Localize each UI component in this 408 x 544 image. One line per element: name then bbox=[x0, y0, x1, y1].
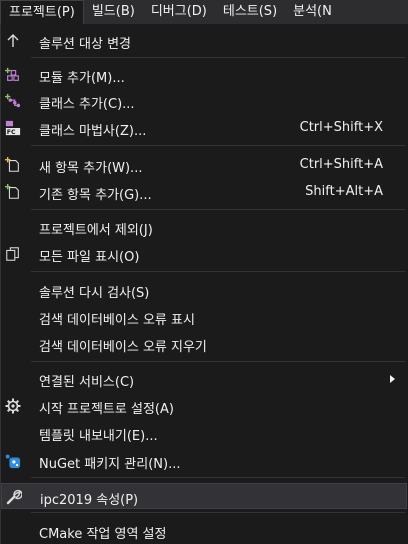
menu-item-show-db-errors[interactable]: 검색 데이터베이스 오류 표시 bbox=[1, 304, 407, 330]
menu-item-class-wizard[interactable]: FC 클래스 마법사(Z)... Ctrl+Shift+X bbox=[1, 115, 407, 141]
menu-item-label: 모든 파일 표시(O) bbox=[39, 250, 140, 265]
svg-text:FC: FC bbox=[7, 129, 16, 136]
menu-item-label: ipc2019 속성(P) bbox=[40, 493, 139, 508]
menu-item-rescan-solution[interactable]: 솔루션 다시 검사(S) bbox=[1, 277, 407, 303]
menu-item-label: 기존 항목 추가(G)... bbox=[39, 188, 152, 203]
menu-item-connected-services[interactable]: 연결된 서비스(C) bbox=[1, 366, 407, 392]
new-item-icon bbox=[5, 157, 21, 173]
menu-item-export-template[interactable]: 템플릿 내보내기(E)... bbox=[1, 420, 407, 446]
menu-item-label: NuGet 패키지 관리(N)... bbox=[39, 457, 181, 472]
menu-bar: 프로젝트(P) 빌드(B) 디버그(D) 테스트(S) 분석(N bbox=[0, 0, 408, 25]
add-class-icon bbox=[5, 93, 21, 109]
gear-icon bbox=[5, 398, 21, 414]
menu-item-label: CMake 작업 영역 설정 bbox=[39, 527, 167, 542]
menu-item-label: 검색 데이터베이스 오류 지우기 bbox=[39, 340, 207, 355]
project-dropdown-menu: 솔루션 대상 변경 모듈 추가(M)... 클래스 추가(C)... FC 클래… bbox=[0, 24, 408, 544]
menu-item-label: 템플릿 내보내기(E)... bbox=[39, 429, 158, 444]
menu-item-label: 프로젝트에서 제외(J) bbox=[39, 223, 153, 238]
menu-item-label: 시작 프로젝트로 설정(A) bbox=[39, 402, 174, 417]
menu-item-label: 클래스 마법사(Z)... bbox=[39, 124, 147, 139]
menu-item-shortcut: Ctrl+Shift+A bbox=[299, 157, 383, 172]
separator bbox=[31, 477, 405, 478]
add-module-icon bbox=[5, 67, 21, 83]
menu-item-add-class[interactable]: 클래스 추가(C)... bbox=[1, 88, 407, 114]
menu-item-shortcut: Shift+Alt+A bbox=[305, 184, 383, 199]
up-arrow-icon bbox=[5, 33, 21, 49]
nuget-icon bbox=[5, 453, 21, 469]
menu-item-new-item[interactable]: 새 항목 추가(W)... Ctrl+Shift+A bbox=[1, 152, 407, 178]
menu-project[interactable]: 프로젝트(P) bbox=[0, 0, 84, 24]
separator bbox=[31, 57, 405, 58]
menu-item-label: 솔루션 다시 검사(S) bbox=[39, 286, 150, 301]
submenu-arrow-icon bbox=[390, 375, 395, 383]
wrench-icon bbox=[6, 489, 22, 505]
menu-test[interactable]: 테스트(S) bbox=[215, 0, 285, 24]
menu-item-label: 검색 데이터베이스 오류 표시 bbox=[39, 313, 195, 328]
menu-item-exclude-from-project[interactable]: 프로젝트에서 제외(J) bbox=[1, 214, 407, 240]
menu-item-set-startup-project[interactable]: 시작 프로젝트로 설정(A) bbox=[1, 393, 407, 419]
menu-item-retarget-solution[interactable]: 솔루션 대상 변경 bbox=[1, 28, 407, 54]
menu-item-manage-nuget[interactable]: NuGet 패키지 관리(N)... bbox=[1, 448, 407, 474]
menu-item-label: 연결된 서비스(C) bbox=[39, 375, 135, 390]
menu-item-project-properties[interactable]: ipc2019 속성(P) bbox=[1, 483, 407, 509]
menu-item-clear-db-errors[interactable]: 검색 데이터베이스 오류 지우기 bbox=[1, 331, 407, 357]
separator bbox=[31, 145, 405, 146]
menu-item-show-all-files[interactable]: 모든 파일 표시(O) bbox=[1, 241, 407, 267]
menu-item-add-module[interactable]: 모듈 추가(M)... bbox=[1, 62, 407, 88]
menu-item-label: 새 항목 추가(W)... bbox=[39, 161, 143, 176]
separator bbox=[31, 361, 405, 362]
menu-item-cmake-workspace-settings[interactable]: CMake 작업 영역 설정 bbox=[1, 518, 407, 544]
separator bbox=[31, 512, 405, 513]
show-all-files-icon bbox=[5, 246, 21, 262]
menu-item-label: 모듈 추가(M)... bbox=[39, 71, 125, 86]
menu-build[interactable]: 빌드(B) bbox=[84, 0, 143, 24]
menu-item-shortcut: Ctrl+Shift+X bbox=[299, 120, 383, 135]
menu-item-label: 클래스 추가(C)... bbox=[39, 97, 135, 112]
menu-item-existing-item[interactable]: 기존 항목 추가(G)... Shift+Alt+A bbox=[1, 179, 407, 205]
menu-debug[interactable]: 디버그(D) bbox=[143, 0, 215, 24]
menu-analyze[interactable]: 분석(N bbox=[285, 0, 340, 24]
existing-item-icon bbox=[5, 184, 21, 200]
menu-item-label: 솔루션 대상 변경 bbox=[39, 37, 131, 52]
class-wizard-icon: FC bbox=[5, 120, 21, 136]
separator bbox=[31, 209, 405, 210]
separator bbox=[31, 271, 405, 272]
